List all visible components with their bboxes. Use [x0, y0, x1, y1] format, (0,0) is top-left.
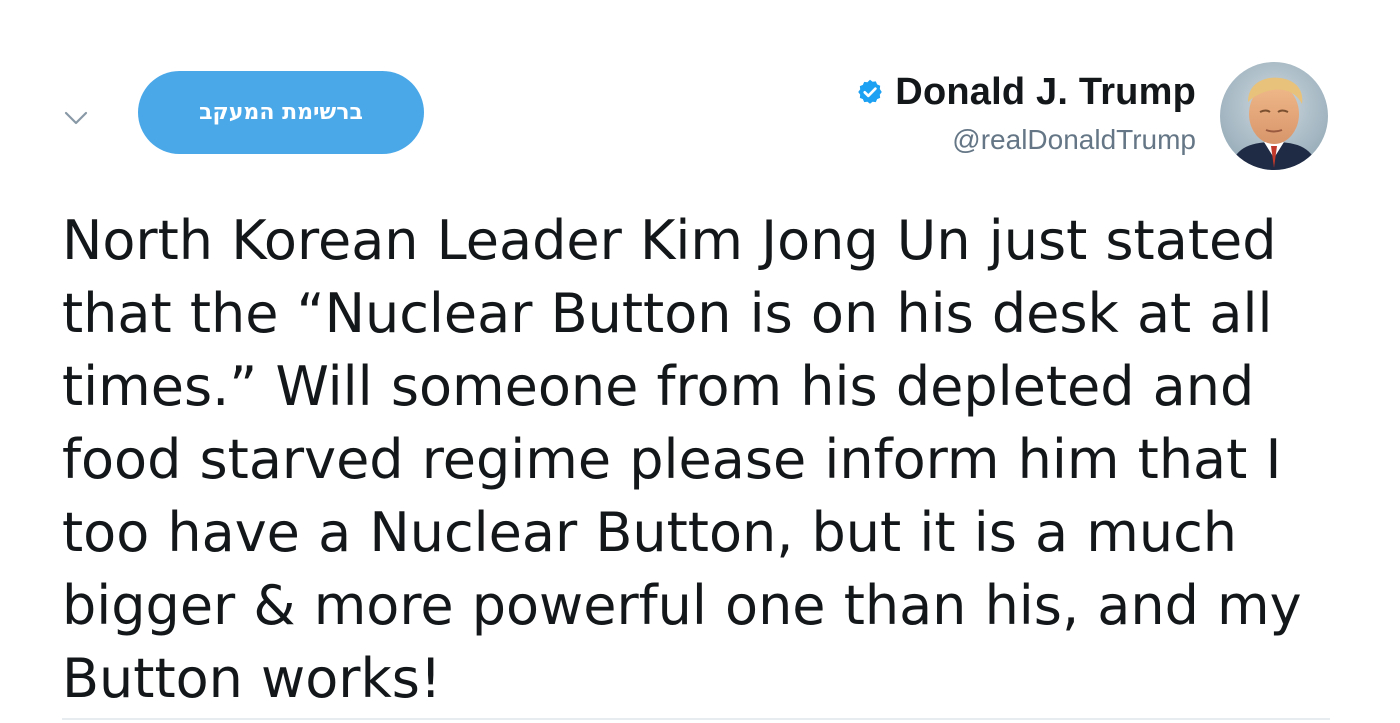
user-handle[interactable]: @realDonaldTrump — [855, 124, 1196, 156]
avatar[interactable] — [1220, 62, 1328, 170]
divider — [62, 718, 1330, 720]
user-info: Donald J. Trump @realDonaldTrump — [855, 66, 1196, 156]
following-button[interactable]: ברשימת המעקב — [138, 71, 424, 154]
tweet-text: North Korean Leader Kim Jong Un just sta… — [62, 209, 1302, 710]
name-row: Donald J. Trump — [855, 66, 1196, 118]
tweet-card: ברשימת המעקב Donald J. Trump @realDonald… — [0, 0, 1400, 723]
verified-badge-icon — [855, 77, 885, 107]
chevron-down-icon[interactable] — [60, 102, 92, 134]
display-name[interactable]: Donald J. Trump — [895, 71, 1196, 114]
